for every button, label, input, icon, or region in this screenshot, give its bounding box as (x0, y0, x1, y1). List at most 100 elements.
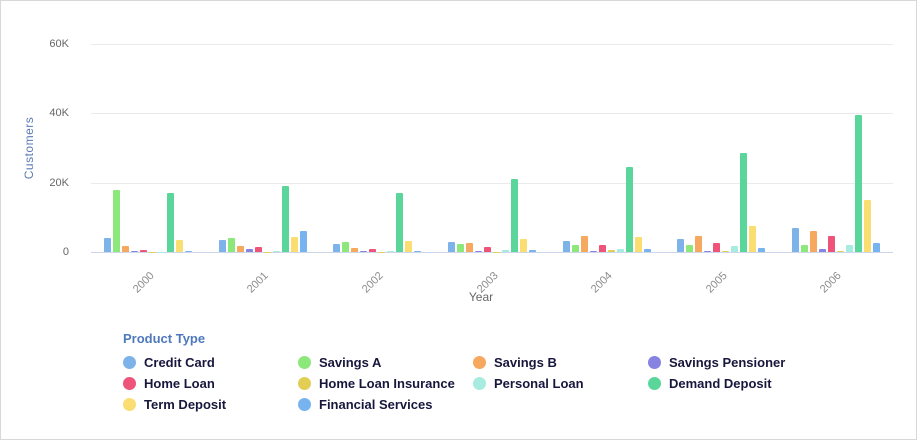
bar-personal-loan-2000 (158, 252, 165, 253)
legend-item-savings-pensioner[interactable]: Savings Pensioner (648, 355, 823, 370)
legend-dot-icon (473, 377, 486, 390)
bar-term-deposit-2000 (176, 240, 183, 252)
bar-demand-deposit-2006 (855, 115, 862, 252)
x-tick-label: 2006 (818, 270, 844, 296)
bar-credit-card-2006 (792, 228, 799, 252)
bar-home-loan-2006 (828, 236, 835, 252)
legend: Product Type Credit Card Savings A Savings… (123, 331, 823, 412)
bar-financial-services-2001 (300, 231, 307, 252)
bar-savings-a-2000 (113, 190, 120, 252)
bar-financial-services-2006 (873, 243, 880, 252)
bar-term-deposit-2005 (749, 226, 756, 252)
bar-home-loan-insurance-2000 (149, 252, 156, 253)
bar-demand-deposit-2002 (396, 193, 403, 252)
legend-item-label: Savings B (494, 355, 557, 370)
bar-demand-deposit-2005 (740, 153, 747, 252)
bar-demand-deposit-2003 (511, 179, 518, 252)
bar-savings-pensioner-2006 (819, 249, 826, 252)
legend-item-label: Home Loan (144, 376, 215, 391)
bar-home-loan-2001 (255, 247, 262, 252)
legend-item-label: Term Deposit (144, 397, 226, 412)
bar-personal-loan-2005 (731, 246, 738, 252)
y-tick-label: 0 (1, 246, 69, 258)
legend-dot-icon (298, 377, 311, 390)
y-tick-label: 60K (1, 38, 69, 50)
x-tick-label: 2002 (360, 270, 386, 296)
legend-item-label: Home Loan Insurance (319, 376, 455, 391)
bar-savings-pensioner-2002 (360, 251, 367, 252)
bar-financial-services-2000 (185, 251, 192, 252)
legend-item-demand-deposit[interactable]: Demand Deposit (648, 376, 823, 391)
legend-item-term-deposit[interactable]: Term Deposit (123, 397, 298, 412)
bar-term-deposit-2004 (635, 237, 642, 252)
bar-term-deposit-2002 (405, 241, 412, 252)
legend-dot-icon (123, 398, 136, 411)
bar-demand-deposit-2004 (626, 167, 633, 252)
legend-title: Product Type (123, 331, 823, 346)
legend-dot-icon (473, 356, 486, 369)
bar-savings-pensioner-2005 (704, 251, 711, 252)
bar-savings-pensioner-2000 (131, 251, 138, 252)
bar-savings-b-2002 (351, 248, 358, 252)
bar-financial-services-2004 (644, 249, 651, 252)
legend-dot-icon (298, 356, 311, 369)
x-tick-label: 2004 (589, 270, 615, 296)
legend-item-home-loan-insurance[interactable]: Home Loan Insurance (298, 376, 473, 391)
bar-home-loan-insurance-2006 (837, 251, 844, 252)
y-gridline (91, 113, 893, 114)
bar-savings-b-2005 (695, 236, 702, 252)
bar-savings-a-2005 (686, 245, 693, 252)
x-axis-line (91, 252, 893, 253)
bar-home-loan-insurance-2004 (608, 250, 615, 252)
bar-savings-pensioner-2003 (475, 251, 482, 252)
plot-area: Customers Year 020K40K60K200020012002200… (1, 1, 916, 311)
bar-savings-b-2006 (810, 231, 817, 252)
x-tick-label: 2000 (131, 270, 157, 296)
bar-personal-loan-2002 (387, 251, 394, 252)
bar-credit-card-2003 (448, 242, 455, 252)
bar-savings-a-2001 (228, 238, 235, 252)
legend-dot-icon (298, 398, 311, 411)
legend-item-label: Savings A (319, 355, 381, 370)
bar-financial-services-2002 (414, 251, 421, 252)
bar-home-loan-2005 (713, 243, 720, 252)
bar-credit-card-2002 (333, 244, 340, 252)
bar-savings-b-2000 (122, 246, 129, 252)
bar-home-loan-insurance-2001 (264, 252, 271, 253)
bar-home-loan-insurance-2003 (493, 252, 500, 253)
bar-personal-loan-2001 (273, 251, 280, 252)
legend-item-financial-services[interactable]: Financial Services (298, 397, 473, 412)
bar-savings-b-2004 (581, 236, 588, 252)
y-gridline (91, 183, 893, 184)
bar-home-loan-2004 (599, 245, 606, 252)
bar-savings-a-2004 (572, 245, 579, 252)
bar-credit-card-2001 (219, 240, 226, 252)
bar-personal-loan-2004 (617, 249, 624, 252)
y-axis-title: Customers (22, 117, 36, 180)
legend-item-label: Financial Services (319, 397, 432, 412)
bar-savings-a-2003 (457, 244, 464, 252)
legend-item-credit-card[interactable]: Credit Card (123, 355, 298, 370)
bar-personal-loan-2006 (846, 245, 853, 252)
bar-demand-deposit-2001 (282, 186, 289, 252)
legend-items: Credit Card Savings A Savings B Savings Pen… (123, 355, 823, 412)
legend-item-label: Savings Pensioner (669, 355, 785, 370)
legend-item-savings-b[interactable]: Savings B (473, 355, 648, 370)
bar-savings-pensioner-2004 (590, 251, 597, 252)
y-tick-label: 20K (1, 177, 69, 189)
bar-personal-loan-2003 (502, 250, 509, 252)
bar-credit-card-2005 (677, 239, 684, 252)
bar-demand-deposit-2000 (167, 193, 174, 252)
legend-dot-icon (648, 377, 661, 390)
bar-savings-a-2002 (342, 242, 349, 252)
legend-dot-icon (648, 356, 661, 369)
legend-item-home-loan[interactable]: Home Loan (123, 376, 298, 391)
bar-chart: Customers Year 020K40K60K200020012002200… (0, 0, 917, 440)
bar-home-loan-insurance-2005 (722, 251, 729, 252)
bar-savings-pensioner-2001 (246, 249, 253, 252)
legend-item-savings-a[interactable]: Savings A (298, 355, 473, 370)
legend-item-personal-loan[interactable]: Personal Loan (473, 376, 648, 391)
bar-term-deposit-2003 (520, 239, 527, 252)
bar-term-deposit-2001 (291, 237, 298, 252)
y-tick-label: 40K (1, 107, 69, 119)
